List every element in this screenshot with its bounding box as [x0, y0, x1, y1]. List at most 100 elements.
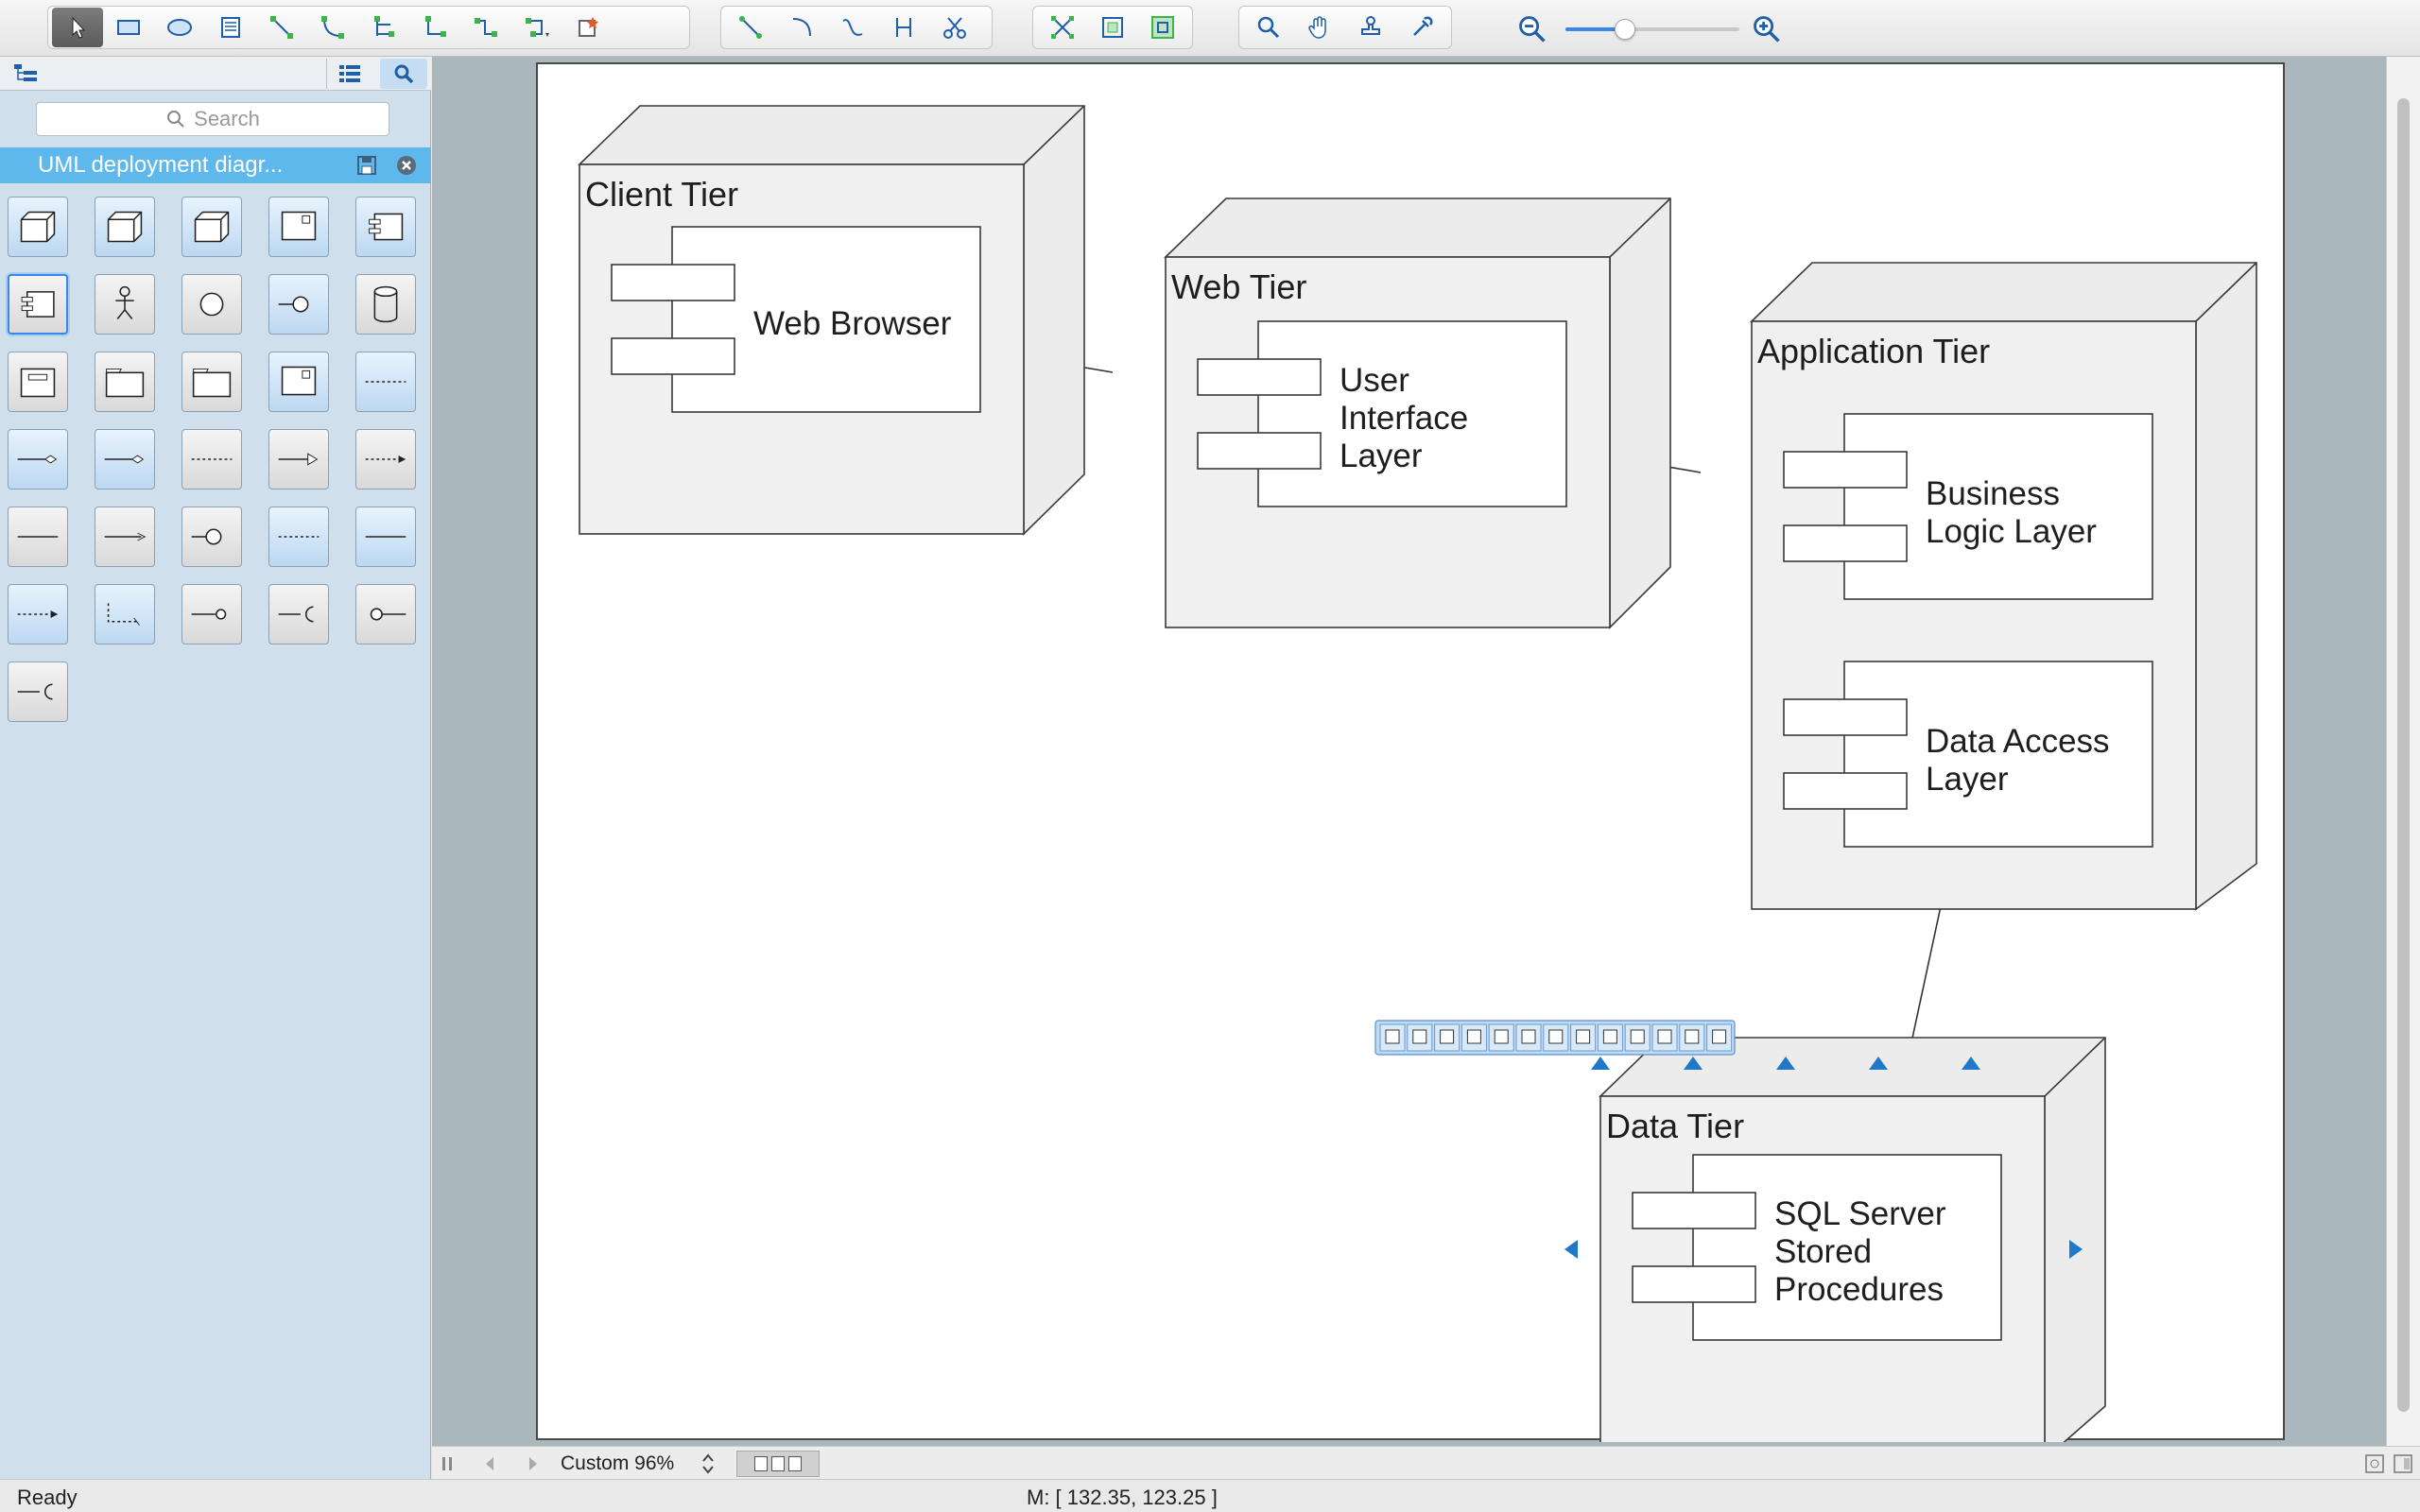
quick-provided-interface-icon[interactable]	[1597, 1023, 1623, 1052]
shape-tile[interactable]	[355, 274, 416, 335]
deployment-diagram[interactable]: Client Tier Web Browser Web Tier User In…	[538, 64, 2287, 1442]
shape-tile[interactable]	[355, 584, 416, 644]
group-button[interactable]	[1037, 8, 1087, 47]
shape-tile[interactable]	[268, 274, 329, 335]
shape-tile[interactable]	[8, 507, 68, 567]
text-tool-button[interactable]	[205, 8, 256, 47]
scrollbar-thumb[interactable]	[2397, 98, 2410, 1412]
shape-tile[interactable]	[182, 584, 242, 644]
shape-tile[interactable]	[95, 584, 155, 644]
bezier-tool-button[interactable]	[827, 8, 878, 47]
shape-tile[interactable]	[8, 662, 68, 722]
zoom-out-icon[interactable]	[1516, 13, 1548, 45]
zoom-in-icon[interactable]	[1751, 13, 1783, 45]
rounded-connector-button[interactable]	[460, 8, 511, 47]
arrange-button[interactable]	[1138, 8, 1188, 47]
node-client-tier[interactable]: Client Tier Web Browser	[578, 105, 1085, 536]
select-tool-button[interactable]	[52, 8, 103, 47]
library-search-input[interactable]: Search	[36, 102, 389, 136]
shape-tile[interactable]	[268, 429, 329, 490]
quick-node-icon[interactable]	[1379, 1023, 1406, 1052]
page-prev-icon[interactable]	[479, 1452, 500, 1475]
pan-tool-button[interactable]	[1294, 8, 1345, 47]
page-tabs[interactable]	[736, 1451, 820, 1477]
shape-tile[interactable]	[182, 352, 242, 412]
tree-connector-button[interactable]	[358, 8, 409, 47]
quick-actor-icon[interactable]	[1543, 1023, 1569, 1052]
arrow-left-icon[interactable]	[1564, 1240, 1578, 1259]
shape-tile[interactable]	[182, 507, 242, 567]
zoom-slider[interactable]	[1565, 19, 1739, 40]
node-application-tier[interactable]: Application Tier Business Logic Layer Da…	[1750, 262, 2257, 911]
node-title: Data Tier	[1606, 1107, 1744, 1145]
arc-tool-button[interactable]	[776, 8, 827, 47]
shape-tile[interactable]	[182, 274, 242, 335]
fit-button[interactable]	[1087, 8, 1137, 47]
tree-view-icon[interactable]	[6, 59, 47, 89]
line-tool-button[interactable]	[725, 8, 776, 47]
list-view-icon[interactable]	[326, 59, 372, 89]
fit-page-icon[interactable]	[2363, 1452, 2386, 1475]
rectangle-tool-button[interactable]	[103, 8, 154, 47]
freehand-tool-button[interactable]	[929, 8, 980, 47]
shape-tile[interactable]	[355, 352, 416, 412]
zoom-slider-knob[interactable]	[1614, 19, 1635, 40]
curved-connector-button[interactable]	[307, 8, 358, 47]
node-web-tier[interactable]: Web Tier User Interface Layer	[1164, 198, 1671, 629]
pause-icon[interactable]	[438, 1452, 458, 1475]
polyline-tool-button[interactable]	[878, 8, 929, 47]
quick-node-instance-icon[interactable]	[1407, 1023, 1433, 1052]
component-label: User	[1340, 362, 1409, 399]
shape-tile[interactable]	[268, 584, 329, 644]
zoom-select[interactable]: Custom 96%	[553, 1450, 723, 1478]
page-next-icon[interactable]	[523, 1452, 544, 1475]
group-tools-group	[1032, 6, 1193, 49]
shape-tile[interactable]	[355, 507, 416, 567]
arrow-up-icon[interactable]	[1591, 1057, 1610, 1070]
shape-tile[interactable]	[268, 352, 329, 412]
quick-dependency-icon[interactable]	[1679, 1023, 1705, 1052]
shape-tile[interactable]	[8, 429, 68, 490]
node-data-tier[interactable]: Data Tier SQL Server Stored Procedures	[1599, 1037, 2106, 1442]
zoom-tool-button[interactable]	[1243, 8, 1294, 47]
shape-tile[interactable]	[268, 197, 329, 257]
ellipse-tool-button[interactable]	[154, 8, 205, 47]
shape-tile[interactable]	[95, 507, 155, 567]
vertical-scrollbar[interactable]	[2386, 57, 2420, 1446]
shape-tile[interactable]	[355, 197, 416, 257]
orthogonal-connector-button[interactable]	[409, 8, 460, 47]
library-header[interactable]: UML deployment diagr...	[0, 147, 431, 183]
quick-database-icon[interactable]	[1515, 1023, 1542, 1052]
shape-tile[interactable]	[95, 197, 155, 257]
quick-required-interface-icon[interactable]	[1624, 1023, 1651, 1052]
shape-tile[interactable]	[95, 274, 155, 335]
shape-tile[interactable]	[182, 197, 242, 257]
insert-shape-button[interactable]	[562, 8, 614, 47]
close-library-icon[interactable]	[395, 154, 418, 177]
drawing-page[interactable]: Client Tier Web Browser Web Tier User In…	[536, 62, 2287, 1442]
shape-tile[interactable]	[8, 352, 68, 412]
shape-tile[interactable]	[8, 197, 68, 257]
quick-component-icon[interactable]	[1434, 1023, 1461, 1052]
shape-tile[interactable]	[8, 274, 68, 335]
page-view-icon[interactable]	[2392, 1452, 2414, 1475]
save-library-icon[interactable]	[355, 154, 378, 177]
quick-frame-icon[interactable]	[1488, 1023, 1514, 1052]
shape-tile[interactable]	[182, 429, 242, 490]
canvas-area[interactable]: Client Tier Web Browser Web Tier User In…	[432, 57, 2386, 1446]
search-toggle-icon[interactable]	[380, 59, 427, 89]
smart-connector-button[interactable]	[511, 8, 562, 47]
shape-tile[interactable]	[268, 507, 329, 567]
eyedropper-tool-button[interactable]	[1396, 8, 1447, 47]
direct-connector-button[interactable]	[256, 8, 307, 47]
quick-manifest-icon[interactable]	[1706, 1023, 1733, 1052]
shape-tile[interactable]	[95, 429, 155, 490]
stamp-tool-button[interactable]	[1345, 8, 1396, 47]
quick-note-icon[interactable]	[1651, 1023, 1678, 1052]
shape-tile[interactable]	[8, 584, 68, 644]
quick-artifact-icon[interactable]	[1570, 1023, 1597, 1052]
shape-tile[interactable]	[95, 352, 155, 412]
zoom-slider-fill	[1565, 27, 1621, 31]
quick-component-box-icon[interactable]	[1461, 1023, 1487, 1052]
shape-tile[interactable]	[355, 429, 416, 490]
